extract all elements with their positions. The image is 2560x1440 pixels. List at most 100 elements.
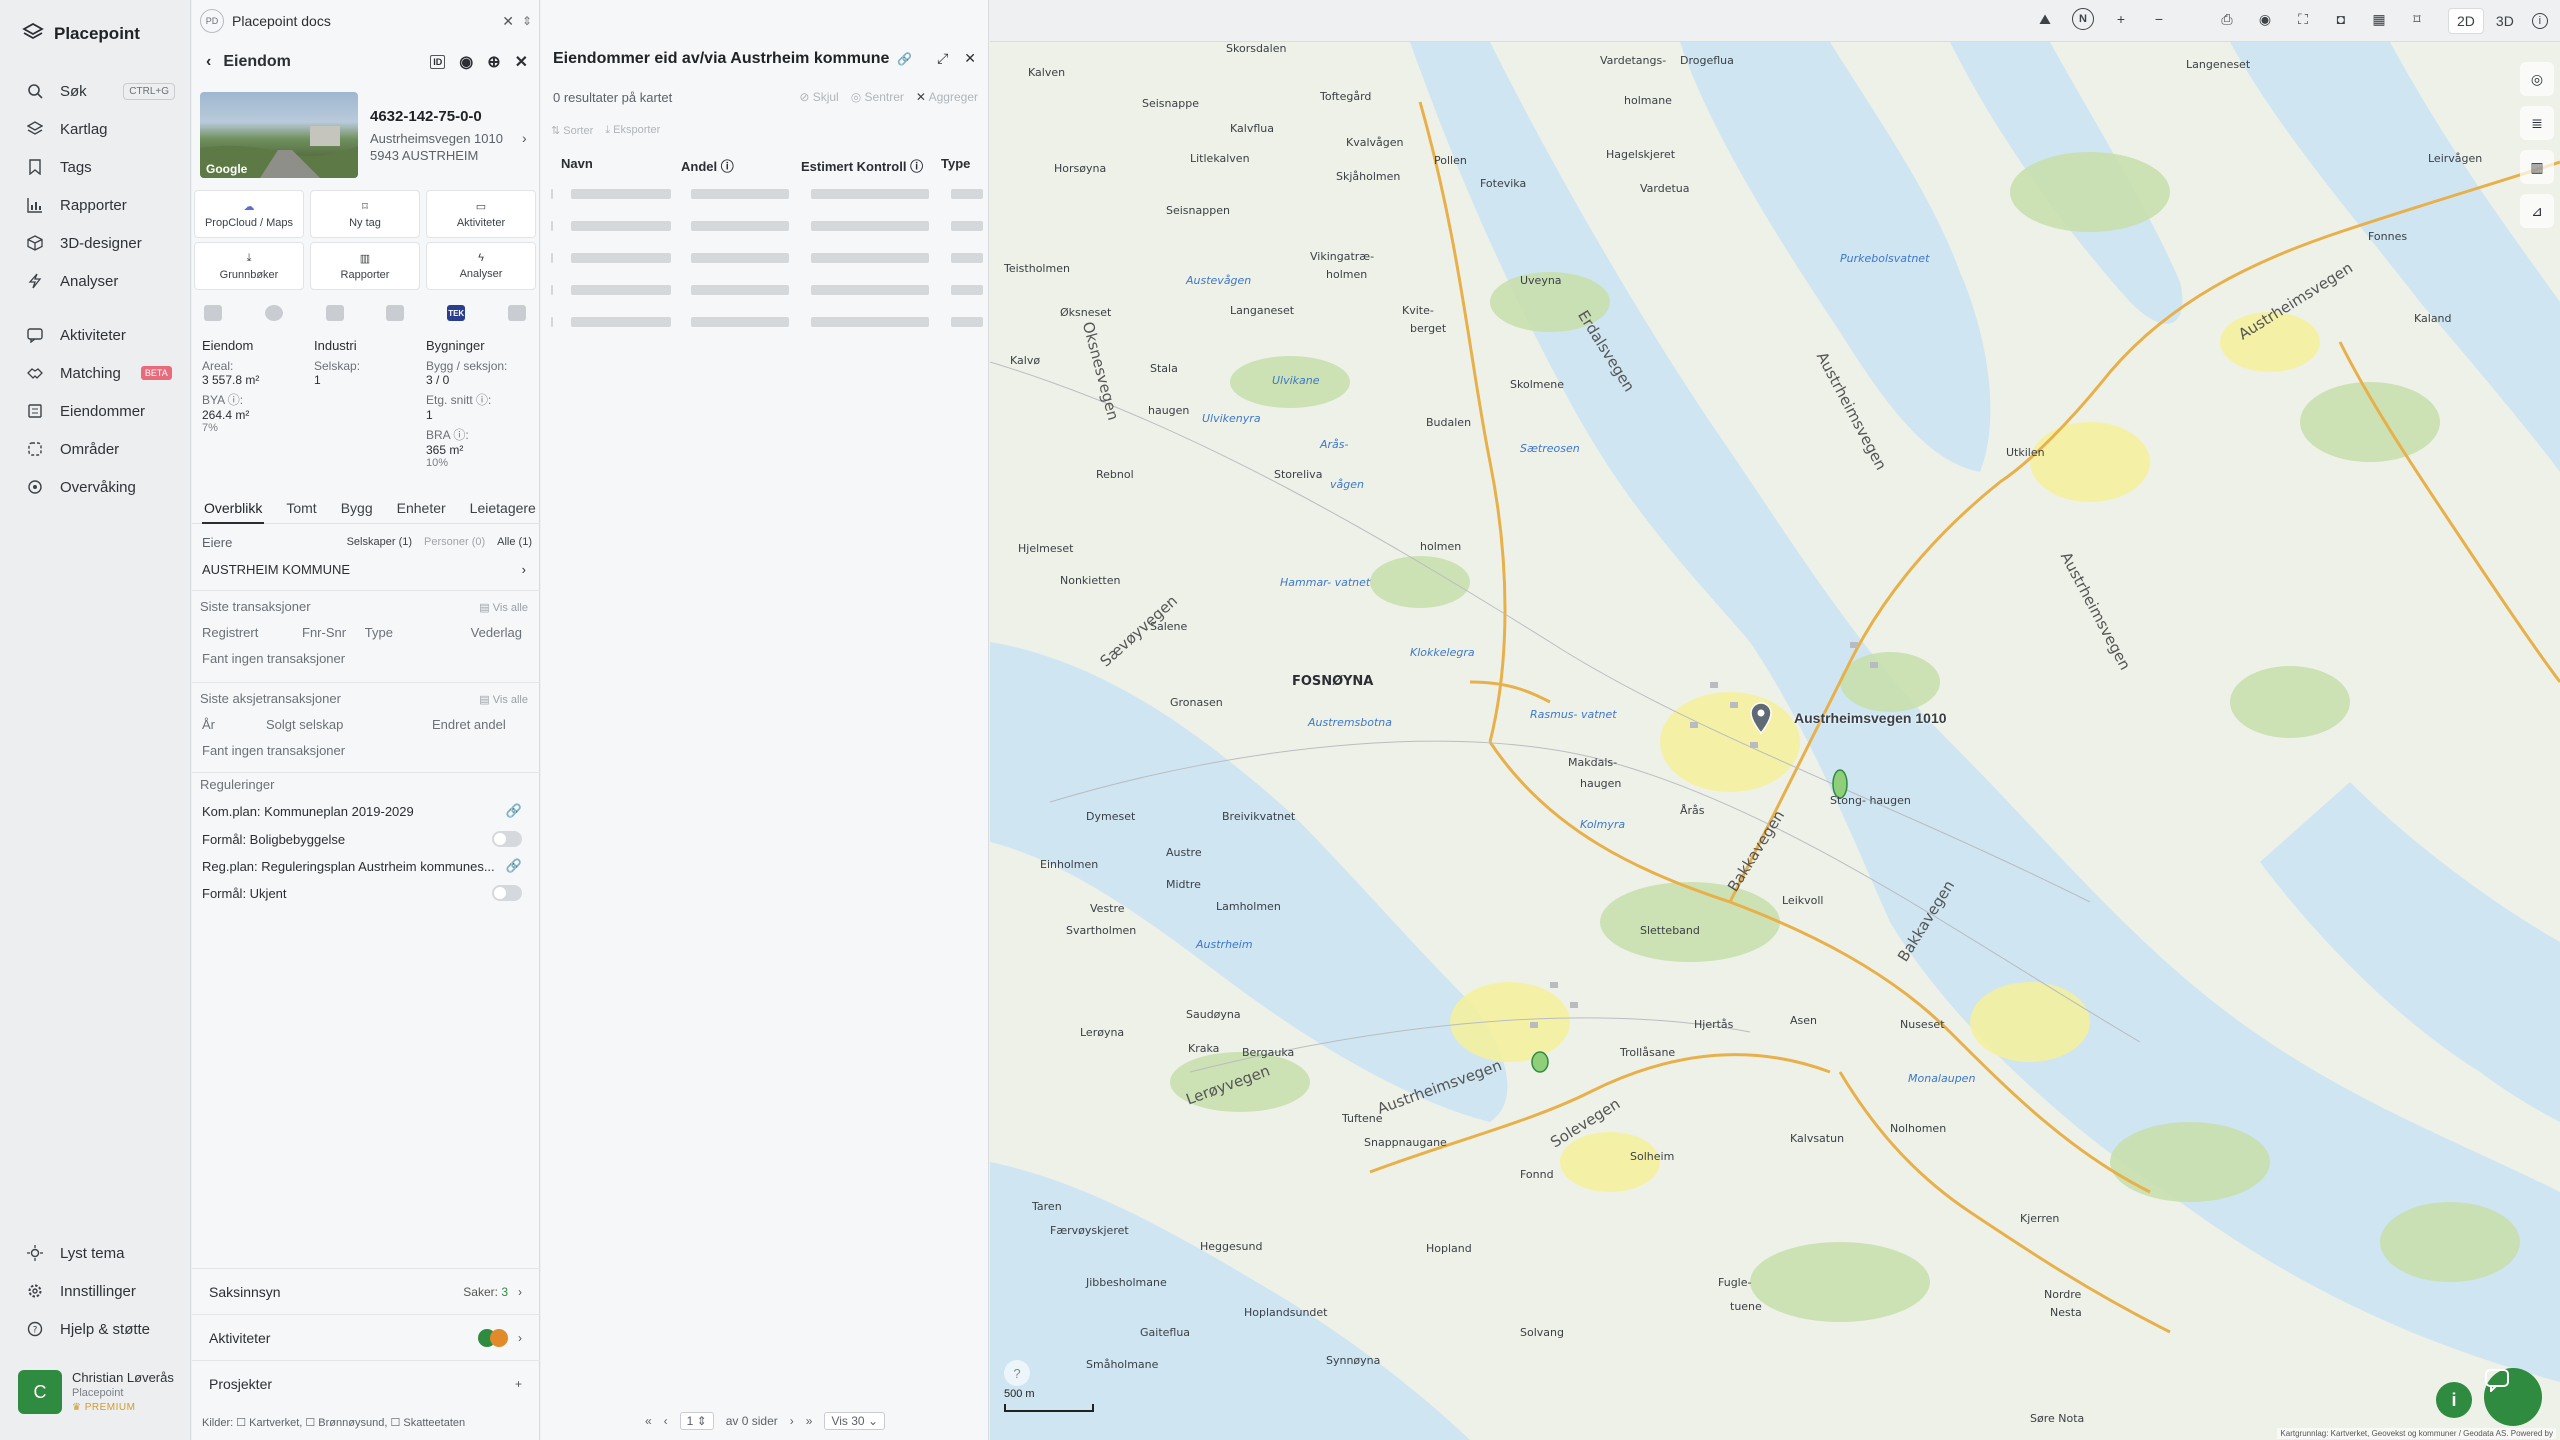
plus-icon[interactable]: + bbox=[515, 1377, 522, 1391]
mode-2d-button[interactable]: 2D bbox=[2448, 8, 2484, 34]
nav-item-analyser[interactable]: Analyser bbox=[0, 262, 191, 300]
nav-item-aktiviteter[interactable]: Aktiviteter bbox=[0, 316, 191, 354]
camera-icon[interactable]: ◘ bbox=[2330, 8, 2352, 30]
clear-icon[interactable]: ✕ bbox=[502, 13, 514, 30]
page-input[interactable]: 1 ⇕ bbox=[679, 1412, 714, 1430]
nav-item-matching[interactable]: Matching BETA bbox=[0, 354, 191, 392]
close-icon[interactable]: ✕ bbox=[964, 50, 976, 67]
print-icon[interactable]: ⎙ bbox=[2216, 8, 2238, 30]
plant-source-icon[interactable] bbox=[325, 305, 344, 321]
regulation-row[interactable]: Kom.plan: Kommuneplan 2019-2029 🔗 bbox=[202, 799, 522, 823]
transactions-view-all[interactable]: ▤ Vis alle bbox=[479, 601, 528, 614]
property-address[interactable]: Austrheimsvegen 1010 5943 AUSTRHEIM bbox=[370, 130, 503, 164]
analyses-button[interactable]: ϟ Analyser bbox=[426, 242, 536, 290]
tab-tomt[interactable]: Tomt bbox=[284, 494, 318, 524]
tab-enheter[interactable]: Enheter bbox=[395, 494, 448, 524]
regulation-row[interactable]: Formål: Ukjent bbox=[202, 881, 522, 905]
center-button[interactable]: ◎ Sentrer bbox=[851, 90, 904, 104]
last-page-icon[interactable]: » bbox=[806, 1414, 813, 1428]
regulation-row[interactable]: Reg.plan: Reguleringsplan Austrheim komm… bbox=[202, 854, 522, 878]
tab-bygg[interactable]: Bygg bbox=[339, 494, 375, 524]
zoom-out-icon[interactable]: − bbox=[2148, 8, 2170, 30]
nav-item-overvaking[interactable]: Overvåking bbox=[0, 468, 191, 506]
nav-item-3d-designer[interactable]: 3D-designer bbox=[0, 224, 191, 262]
target-icon[interactable]: ⊕ bbox=[487, 52, 500, 72]
tab-leietagere[interactable]: Leietagere bbox=[468, 494, 538, 524]
expand-icon[interactable]: ⤢ bbox=[937, 50, 948, 67]
owner-row[interactable]: AUSTRHEIM KOMMUNE › bbox=[202, 556, 532, 582]
new-tag-button[interactable]: ⌑ Ny tag bbox=[310, 190, 420, 238]
map-help-button[interactable]: ? bbox=[1004, 1360, 1030, 1386]
chat-button[interactable] bbox=[2484, 1368, 2542, 1426]
mode-3d-button[interactable]: 3D bbox=[2488, 9, 2522, 33]
map-layer-toggle-icon[interactable]: ◎ bbox=[2520, 62, 2554, 96]
propcloud-button[interactable]: ☁ PropCloud / Maps bbox=[194, 190, 304, 238]
map-chart-icon[interactable]: ▥ bbox=[2520, 150, 2554, 184]
eye-icon[interactable]: ◉ bbox=[459, 52, 473, 72]
tab-overblikk[interactable]: Overblikk bbox=[202, 494, 265, 524]
aggregate-button[interactable]: ✕ Aggreger bbox=[916, 90, 978, 104]
link-icon[interactable]: 🔗 bbox=[506, 803, 522, 819]
share-transactions-view-all[interactable]: ▤ Vis alle bbox=[479, 693, 528, 706]
activities-button[interactable]: ▭ Aktiviteter bbox=[426, 190, 536, 238]
map-view[interactable]: Skorsdalen Seisnappe Toftegård Vardetang… bbox=[990, 42, 2560, 1440]
zoom-in-icon[interactable]: + bbox=[2110, 8, 2132, 30]
col-navn[interactable]: Navn bbox=[551, 156, 671, 178]
nav-item-eiendommer[interactable]: Eiendommer bbox=[0, 392, 191, 430]
id-card-icon[interactable]: ID bbox=[430, 55, 446, 69]
help-link[interactable]: ? Hjelp & støtte bbox=[0, 1310, 191, 1348]
nav-item-tags[interactable]: Tags bbox=[0, 148, 191, 186]
chevron-updown-icon[interactable]: ⇕ bbox=[522, 14, 532, 28]
aktiviteter-row[interactable]: Aktiviteter › bbox=[192, 1314, 540, 1360]
col-type[interactable]: Type bbox=[931, 156, 983, 178]
home-source-icon[interactable] bbox=[507, 305, 526, 321]
bookmark-icon[interactable]: ⌑ bbox=[2406, 8, 2428, 30]
land-registry-button[interactable]: ⤓ Grunnbøker bbox=[194, 242, 304, 290]
reports-button[interactable]: ▥ Rapporter bbox=[310, 242, 420, 290]
regulation-toggle[interactable] bbox=[492, 831, 522, 847]
hide-button[interactable]: ⊘ Skjul bbox=[799, 90, 838, 104]
nav-item-rapporter[interactable]: Rapporter bbox=[0, 186, 191, 224]
col-andel[interactable]: Andel ⓘ bbox=[671, 156, 791, 178]
app-logo[interactable]: Placepoint bbox=[22, 20, 140, 48]
tilt-icon[interactable]: ⛰ bbox=[2034, 8, 2056, 30]
prosjekter-row[interactable]: Prosjekter + bbox=[192, 1360, 540, 1406]
fullscreen-icon[interactable]: ⛶ bbox=[2292, 8, 2314, 30]
bars-source-icon[interactable] bbox=[386, 305, 405, 321]
col-estimert-kontroll[interactable]: Estimert Kontroll ⓘ bbox=[791, 156, 931, 178]
saksinnsyn-row[interactable]: Saksinnsyn Saker: 3 › bbox=[192, 1268, 540, 1314]
doc-selector[interactable]: PD Placepoint docs ✕ ⇕ bbox=[200, 4, 532, 38]
map-measure-icon[interactable]: ⊿ bbox=[2520, 194, 2554, 228]
visibility-icon[interactable]: ◉ bbox=[2254, 8, 2276, 30]
back-icon[interactable]: ‹ bbox=[206, 53, 211, 71]
filter-all[interactable]: Alle (1) bbox=[497, 536, 532, 548]
compass-icon[interactable]: N bbox=[2072, 8, 2094, 30]
nav-item-omrader[interactable]: Områder bbox=[0, 430, 191, 468]
chevron-right-icon[interactable]: › bbox=[522, 130, 527, 146]
link-icon[interactable]: 🔗 bbox=[506, 858, 522, 874]
grid-icon[interactable]: ▦ bbox=[2368, 8, 2390, 30]
user-profile[interactable]: C Christian Løverås Placepoint ♛ PREMIUM bbox=[18, 1370, 178, 1420]
theme-toggle[interactable]: Lyst tema bbox=[0, 1234, 191, 1272]
sort-button[interactable]: ⇅ Sorter bbox=[551, 124, 593, 137]
per-page-select[interactable]: Vis 30 ⌄ bbox=[824, 1412, 885, 1430]
info-button[interactable]: i bbox=[2436, 1382, 2472, 1418]
regulation-toggle[interactable] bbox=[492, 885, 522, 901]
globe-source-icon[interactable] bbox=[264, 305, 283, 321]
tek-source-icon[interactable]: TEK bbox=[447, 305, 466, 321]
export-button[interactable]: ⤓ Eksporter bbox=[605, 124, 660, 137]
filter-companies[interactable]: Selskaper (1) bbox=[347, 536, 412, 548]
info-icon[interactable]: i bbox=[2531, 13, 2548, 29]
grid-source-icon[interactable] bbox=[204, 305, 222, 321]
next-page-icon[interactable]: › bbox=[790, 1414, 794, 1428]
first-page-icon[interactable]: « bbox=[645, 1414, 652, 1428]
map-layers-icon[interactable]: ≣ bbox=[2520, 106, 2554, 140]
filter-persons[interactable]: Personer (0) bbox=[424, 536, 485, 548]
nav-item-search[interactable]: Søk CTRL+G bbox=[0, 72, 191, 110]
prev-page-icon[interactable]: ‹ bbox=[664, 1414, 668, 1428]
nav-item-kartlag[interactable]: Kartlag bbox=[0, 110, 191, 148]
close-icon[interactable]: ✕ bbox=[515, 52, 528, 72]
regulation-row[interactable]: Formål: Boligbebyggelse bbox=[202, 827, 522, 851]
street-view-photo[interactable]: Google bbox=[200, 92, 358, 178]
settings-link[interactable]: Innstillinger bbox=[0, 1272, 191, 1310]
